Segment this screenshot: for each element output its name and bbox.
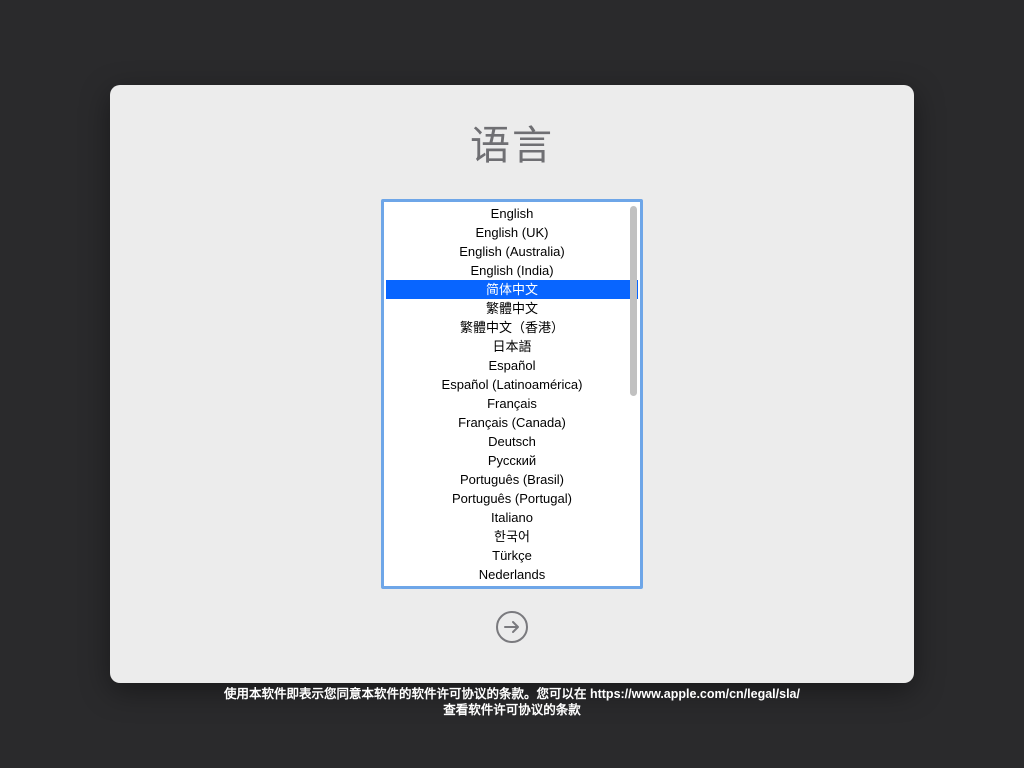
language-listbox[interactable]: EnglishEnglish (UK)English (Australia)En…: [381, 199, 643, 589]
language-option[interactable]: 繁體中文: [386, 299, 638, 318]
language-option[interactable]: 한국어: [386, 527, 638, 546]
language-option[interactable]: Italiano: [386, 508, 638, 527]
license-line-2: 查看软件许可协议的条款: [0, 702, 1024, 718]
language-list: EnglishEnglish (UK)English (Australia)En…: [386, 204, 638, 584]
language-option[interactable]: Français (Canada): [386, 413, 638, 432]
license-footer: 使用本软件即表示您同意本软件的软件许可协议的条款。您可以在 https://ww…: [0, 686, 1024, 718]
arrow-right-icon: [503, 618, 521, 636]
continue-button[interactable]: [496, 611, 528, 643]
language-option[interactable]: Nederlands: [386, 565, 638, 584]
language-list-viewport: EnglishEnglish (UK)English (Australia)En…: [386, 204, 638, 584]
language-option[interactable]: Français: [386, 394, 638, 413]
page-title: 语言: [470, 113, 554, 171]
language-option[interactable]: Deutsch: [386, 432, 638, 451]
language-option[interactable]: 简体中文: [386, 280, 638, 299]
language-option[interactable]: English (UK): [386, 223, 638, 242]
language-option[interactable]: English: [386, 204, 638, 223]
language-option[interactable]: Русский: [386, 451, 638, 470]
setup-panel: 语言 EnglishEnglish (UK)English (Australia…: [110, 85, 914, 683]
language-option[interactable]: 日本語: [386, 337, 638, 356]
language-option[interactable]: 繁體中文（香港）: [386, 318, 638, 337]
scrollbar-thumb[interactable]: [630, 206, 637, 396]
language-option[interactable]: Türkçe: [386, 546, 638, 565]
language-option[interactable]: Español: [386, 356, 638, 375]
scrollbar-track[interactable]: [630, 206, 637, 582]
language-option[interactable]: Português (Brasil): [386, 470, 638, 489]
language-option[interactable]: English (Australia): [386, 242, 638, 261]
language-option[interactable]: Português (Portugal): [386, 489, 638, 508]
language-option[interactable]: English (India): [386, 261, 638, 280]
language-option[interactable]: Español (Latinoamérica): [386, 375, 638, 394]
license-line-1: 使用本软件即表示您同意本软件的软件许可协议的条款。您可以在 https://ww…: [0, 686, 1024, 702]
